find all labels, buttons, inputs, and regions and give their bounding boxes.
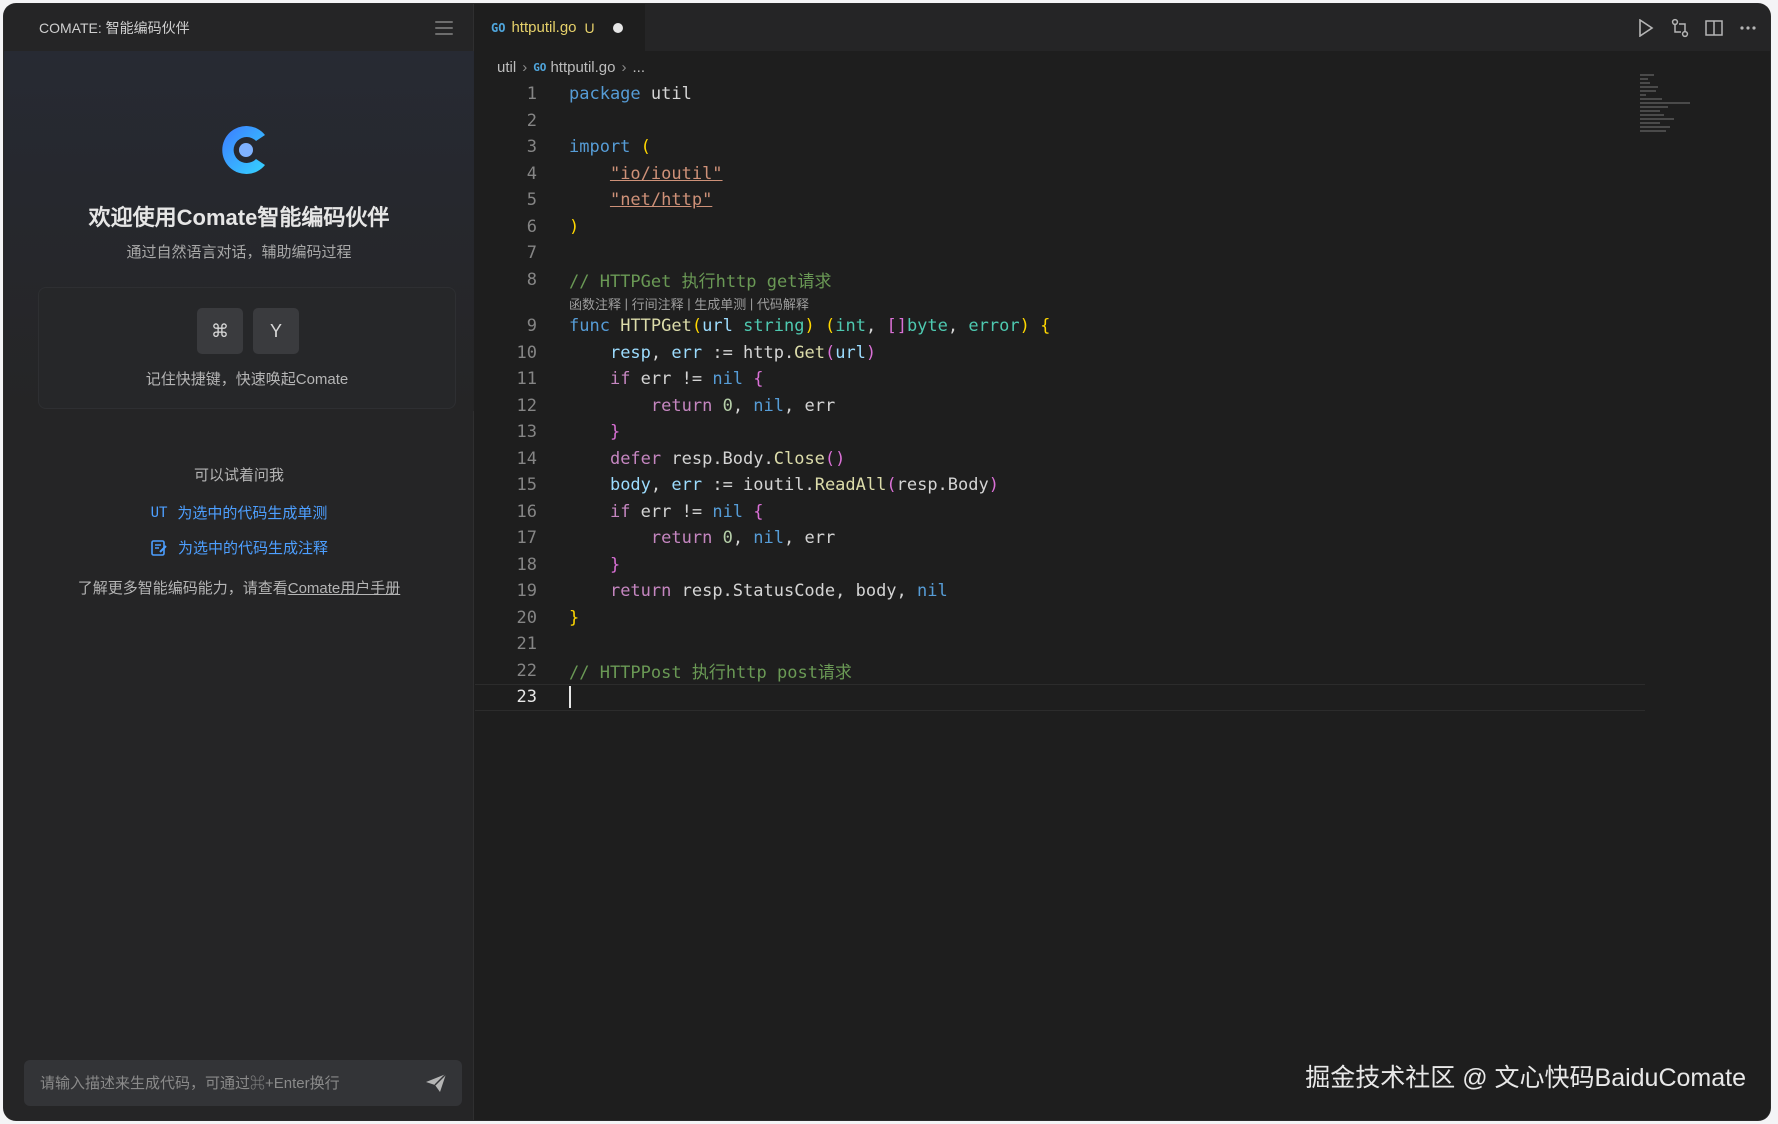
- code-line: 21: [475, 631, 1645, 658]
- code-line: 1 package util: [475, 81, 1645, 108]
- run-icon[interactable]: [1636, 18, 1656, 38]
- codelens-generate-test[interactable]: 生成单测: [694, 294, 746, 313]
- shortcut-hint: 记住快捷键，快速唤起Comate: [145, 371, 349, 388]
- code-line: 3 import (: [475, 134, 1645, 161]
- breadcrumb: util › GO httputil.go › ...: [475, 51, 1770, 83]
- shortcut-card: ⌘ Y 记住快捷键，快速唤起Comate: [38, 287, 456, 409]
- chat-input[interactable]: [40, 1074, 424, 1092]
- breadcrumb-folder[interactable]: util: [497, 59, 516, 76]
- code-line: 13 }: [475, 419, 1645, 446]
- code-line: 22// HTTPPost 执行http post请求: [475, 658, 1645, 685]
- line-number: 15: [516, 475, 537, 496]
- minimap[interactable]: [1640, 74, 1710, 144]
- line-number: 10: [516, 342, 537, 363]
- line-number: 6: [526, 216, 537, 237]
- code-line: 15 body, err := ioutil.ReadAll(resp.Body…: [475, 472, 1645, 499]
- comate-sidebar: COMATE: 智能编码伙伴 欢迎使用Comate智能编码伙伴 通过自然语言对话…: [4, 4, 474, 1120]
- line-number: 5: [526, 190, 537, 211]
- note-icon: [151, 539, 167, 556]
- line-number: 2: [526, 110, 537, 131]
- codelens-explain-code[interactable]: 代码解释: [757, 294, 809, 313]
- line-number: 1: [526, 84, 537, 105]
- unit-test-icon: UT: [150, 504, 168, 521]
- text-cursor: [569, 686, 571, 709]
- line-number: 12: [516, 395, 537, 416]
- sidebar-title: COMATE: 智能编码伙伴: [39, 19, 190, 36]
- comate-logo-icon: [222, 126, 265, 174]
- go-file-icon: GO: [533, 60, 547, 74]
- unsaved-dot-icon[interactable]: [612, 22, 623, 33]
- code-line: 17 return 0, nil, err: [475, 525, 1645, 552]
- code-line: 16 if err != nil {: [475, 499, 1645, 526]
- code-line: 20}: [475, 605, 1645, 632]
- app-window: COMATE: 智能编码伙伴 欢迎使用Comate智能编码伙伴 通过自然语言对话…: [4, 4, 1770, 1120]
- user-manual-link[interactable]: Comate用户手册: [288, 580, 401, 597]
- code-line: 11 if err != nil {: [475, 366, 1645, 393]
- line-number: 14: [516, 448, 537, 469]
- code-line: 2: [475, 108, 1645, 135]
- editor-actions: [1636, 4, 1758, 51]
- code-line: 10 resp, err := http.Get(url): [475, 340, 1645, 367]
- code-line: 4 "io/ioutil": [475, 161, 1645, 188]
- tab-httputil-go[interactable]: GO httputil.go U: [475, 4, 645, 51]
- code-line-active: 23: [475, 684, 1645, 711]
- welcome-subtitle: 通过自然语言对话，辅助编码过程: [126, 244, 352, 261]
- suggestion-label: 为选中的代码生成单测: [177, 505, 328, 522]
- line-number: 4: [526, 163, 537, 184]
- codelens-inline-comment[interactable]: 行间注释: [632, 294, 684, 313]
- breadcrumb-symbol[interactable]: ...: [632, 59, 645, 76]
- welcome-title: 欢迎使用Comate智能编码伙伴: [88, 205, 390, 230]
- code-line: 18 }: [475, 552, 1645, 579]
- line-number: 20: [516, 607, 537, 628]
- more-actions-icon[interactable]: [1738, 18, 1758, 38]
- comate-codelens: 函数注释 | 行间注释 | 生成单测 | 代码解释: [569, 294, 809, 313]
- code-line: 7: [475, 240, 1645, 267]
- watermark-text: 掘金技术社区 @ 文心快码BaiduComate: [1305, 1064, 1746, 1092]
- line-number: 8: [526, 269, 537, 290]
- sidebar-header: COMATE: 智能编码伙伴: [4, 4, 473, 51]
- line-number: 17: [516, 528, 537, 549]
- code-area[interactable]: 1 package util 2 3 import ( 4 "io/ioutil" …: [475, 81, 1645, 711]
- learn-more-text: 了解更多智能编码能力，请查看Comate用户手册: [77, 580, 401, 597]
- code-line: 8// HTTPGet 执行http get请求: [475, 267, 1645, 294]
- line-number: 9: [526, 316, 537, 337]
- line-number: 16: [516, 501, 537, 522]
- codelens-function-comment[interactable]: 函数注释: [569, 294, 621, 313]
- breadcrumb-file[interactable]: httputil.go: [550, 59, 615, 76]
- suggestion-generate-comment[interactable]: 为选中的代码生成注释: [4, 537, 474, 558]
- line-number: 3: [526, 137, 537, 158]
- go-file-icon: GO: [491, 20, 506, 35]
- line-number: 23: [516, 687, 537, 708]
- y-key: Y: [253, 308, 299, 354]
- code-editor: GO httputil.go U util › GO httputil.go ›…: [475, 4, 1770, 1120]
- line-number: 22: [516, 660, 537, 681]
- line-number: 11: [516, 369, 537, 390]
- line-number: 13: [516, 422, 537, 443]
- command-key: ⌘: [197, 308, 243, 354]
- code-line: 6): [475, 214, 1645, 241]
- chevron-right-icon: ›: [522, 58, 528, 76]
- code-line: 9 func HTTPGet(url string) (int, []byte, …: [475, 313, 1645, 340]
- line-number: 21: [516, 634, 537, 655]
- tab-git-status: U: [584, 19, 595, 36]
- chevron-right-icon: ›: [621, 58, 627, 76]
- chat-input-box: [24, 1060, 462, 1106]
- suggestion-generate-unit-test[interactable]: UT 为选中的代码生成单测: [4, 502, 474, 523]
- tab-bar: GO httputil.go U: [475, 4, 1770, 51]
- line-number: 18: [516, 554, 537, 575]
- compare-changes-icon[interactable]: [1670, 18, 1690, 38]
- code-line: 14 defer resp.Body.Close(): [475, 446, 1645, 473]
- code-line: 12 return 0, nil, err: [475, 393, 1645, 420]
- send-icon[interactable]: [424, 1072, 448, 1094]
- code-line: 5 "net/http": [475, 187, 1645, 214]
- suggestion-label: 为选中的代码生成注释: [177, 540, 328, 557]
- menu-icon[interactable]: [435, 20, 453, 35]
- code-line: 19 return resp.StatusCode, body, nil: [475, 578, 1645, 605]
- line-number: 7: [526, 243, 537, 264]
- try-asking-title: 可以试着问我: [193, 467, 284, 484]
- tab-filename: httputil.go: [511, 19, 577, 36]
- split-editor-icon[interactable]: [1704, 18, 1724, 38]
- line-number: 19: [516, 581, 537, 602]
